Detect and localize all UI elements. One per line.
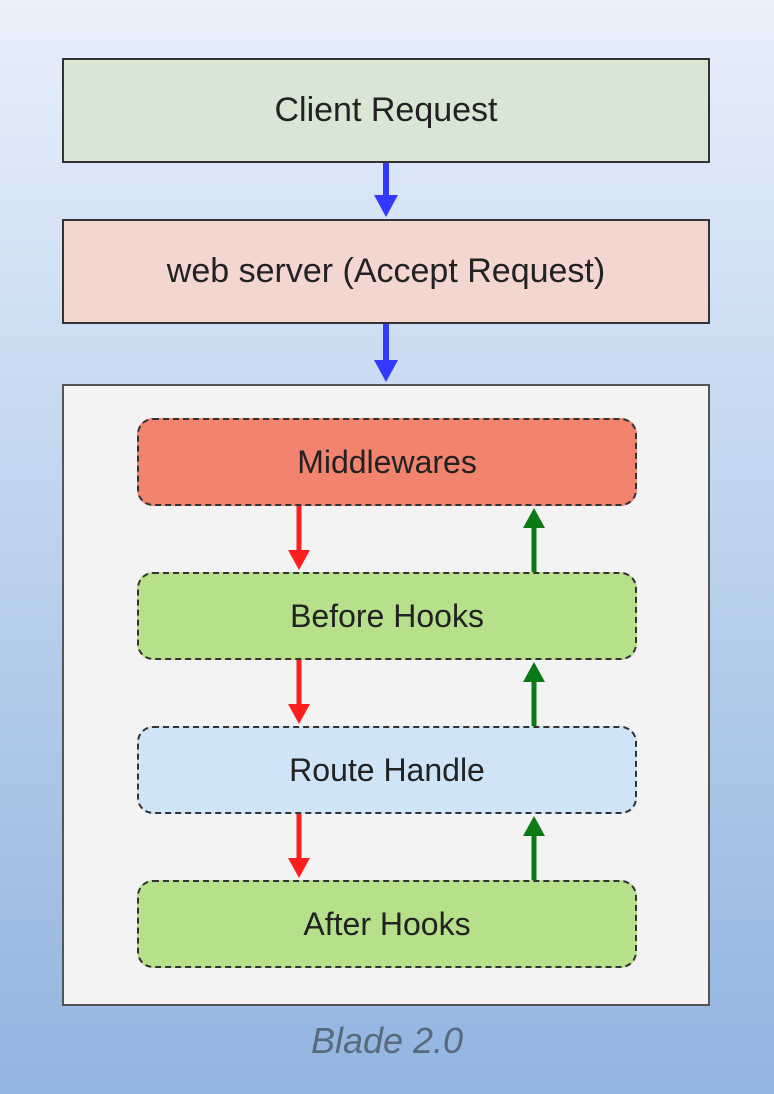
arrow-server-to-panel bbox=[376, 324, 396, 384]
pill-after-hooks-label: After Hooks bbox=[303, 906, 470, 943]
arrow-down-rh-ah bbox=[289, 814, 309, 880]
pill-route-handle: Route Handle bbox=[137, 726, 637, 814]
box-web-server: web server (Accept Request) bbox=[62, 219, 710, 324]
pill-before-hooks: Before Hooks bbox=[137, 572, 637, 660]
arrow-up-bh-mw bbox=[524, 506, 544, 572]
arrow-up-rh-bh bbox=[524, 660, 544, 726]
diagram-caption: Blade 2.0 bbox=[0, 1020, 774, 1062]
box-client-label: Client Request bbox=[274, 91, 497, 130]
pill-after-hooks: After Hooks bbox=[137, 880, 637, 968]
processing-panel: Middlewares Before Hooks Route Handle Af… bbox=[62, 384, 710, 1006]
arrow-up-ah-rh bbox=[524, 814, 544, 880]
pill-middlewares-label: Middlewares bbox=[297, 444, 477, 481]
arrow-down-bh-rh bbox=[289, 660, 309, 726]
arrow-down-mw-bh bbox=[289, 506, 309, 572]
pill-route-handle-label: Route Handle bbox=[289, 752, 485, 789]
box-client-request: Client Request bbox=[62, 58, 710, 163]
box-server-label: web server (Accept Request) bbox=[167, 252, 605, 291]
pill-middlewares: Middlewares bbox=[137, 418, 637, 506]
arrow-client-to-server bbox=[376, 163, 396, 219]
pill-before-hooks-label: Before Hooks bbox=[290, 598, 484, 635]
caption-text: Blade 2.0 bbox=[311, 1020, 463, 1061]
